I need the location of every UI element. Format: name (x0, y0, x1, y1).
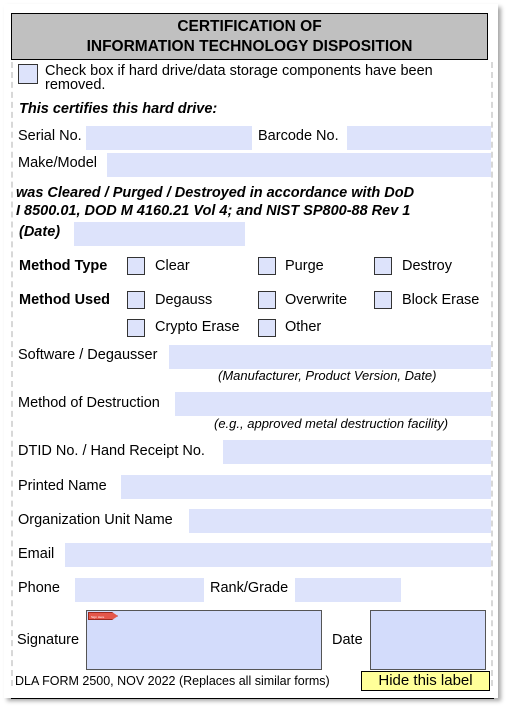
hide-label-button[interactable]: Hide this label (361, 671, 490, 691)
printed-name-input[interactable] (121, 475, 491, 499)
software-input[interactable] (169, 345, 491, 369)
printed-name-label: Printed Name (18, 478, 107, 494)
form-footer: DLA FORM 2500, NOV 2022 (Replaces all si… (15, 674, 330, 688)
email-input[interactable] (65, 543, 491, 567)
rank-label: Rank/Grade (210, 580, 289, 596)
method-used-other-checkbox[interactable] (258, 319, 276, 337)
method-type-clear-checkbox[interactable] (127, 257, 145, 275)
barcode-input[interactable] (347, 126, 491, 150)
form-title: CERTIFICATION OF INFORMATION TECHNOLOGY … (11, 13, 488, 60)
right-border (491, 62, 493, 686)
method-used-crypto-erase-label: Crypto Erase (155, 319, 240, 335)
method-type-purge-label: Purge (285, 258, 324, 274)
dtid-label: DTID No. / Hand Receipt No. (18, 443, 205, 459)
form-title-line1: CERTIFICATION OF (177, 18, 322, 35)
components-removed-label: Check box if hard drive/data storage com… (45, 63, 433, 93)
signature-field[interactable]: Sign Here (86, 610, 322, 670)
barcode-label: Barcode No. (258, 128, 339, 144)
method-type-destroy-checkbox[interactable] (374, 257, 392, 275)
date-input[interactable] (74, 222, 245, 246)
compliance-statement-line2: I 8500.01, DOD M 4160.21 Vol 4; and NIST… (16, 203, 411, 219)
email-label: Email (18, 546, 55, 562)
sign-here-flag-icon: Sign Here (88, 612, 118, 620)
method-used-overwrite-checkbox[interactable] (258, 291, 276, 309)
components-removed-label-line1: Check box if hard drive/data storage com… (45, 63, 433, 79)
compliance-statement: was Cleared / Purged / Destroyed in acco… (16, 184, 414, 220)
method-type-label: Method Type (19, 258, 108, 274)
sign-date-field[interactable] (370, 610, 486, 670)
method-type-clear-label: Clear (155, 258, 190, 274)
method-used-block-erase-label: Block Erase (402, 292, 480, 308)
certifies-heading: This certifies this hard drive: (19, 101, 218, 117)
method-used-crypto-erase-checkbox[interactable] (127, 319, 145, 337)
destruction-hint: (e.g., approved metal destruction facili… (214, 416, 449, 431)
signature-label: Signature (17, 632, 80, 648)
form-title-line2: INFORMATION TECHNOLOGY DISPOSITION (86, 38, 413, 55)
org-unit-input[interactable] (189, 509, 491, 533)
method-used-overwrite-label: Overwrite (285, 292, 348, 308)
software-hint: (Manufacturer, Product Version, Date) (218, 368, 437, 383)
components-removed-checkbox[interactable] (18, 64, 38, 84)
serial-input[interactable] (86, 126, 252, 150)
components-removed-label-line2: removed. (45, 77, 106, 93)
method-used-degauss-checkbox[interactable] (127, 291, 145, 309)
destruction-label: Method of Destruction (18, 395, 160, 411)
phone-label: Phone (18, 580, 60, 596)
serial-label: Serial No. (18, 128, 82, 144)
method-used-block-erase-checkbox[interactable] (374, 291, 392, 309)
compliance-statement-line1: was Cleared / Purged / Destroyed in acco… (16, 185, 415, 201)
make-model-label: Make/Model (18, 155, 97, 171)
method-used-other-label: Other (285, 319, 322, 335)
method-used-label: Method Used (19, 292, 111, 308)
bottom-rule (11, 698, 494, 699)
phone-input[interactable] (75, 578, 204, 602)
method-used-degauss-label: Degauss (155, 292, 213, 308)
dtid-input[interactable] (223, 440, 491, 464)
org-unit-label: Organization Unit Name (18, 512, 173, 528)
make-model-input[interactable] (107, 153, 491, 177)
date-label: (Date) (19, 224, 61, 240)
method-type-purge-checkbox[interactable] (258, 257, 276, 275)
left-border (11, 62, 13, 686)
method-type-destroy-label: Destroy (402, 258, 452, 274)
rank-input[interactable] (295, 578, 401, 602)
sign-date-label: Date (332, 632, 363, 648)
destruction-input[interactable] (175, 392, 491, 416)
software-label: Software / Degausser (18, 347, 158, 363)
